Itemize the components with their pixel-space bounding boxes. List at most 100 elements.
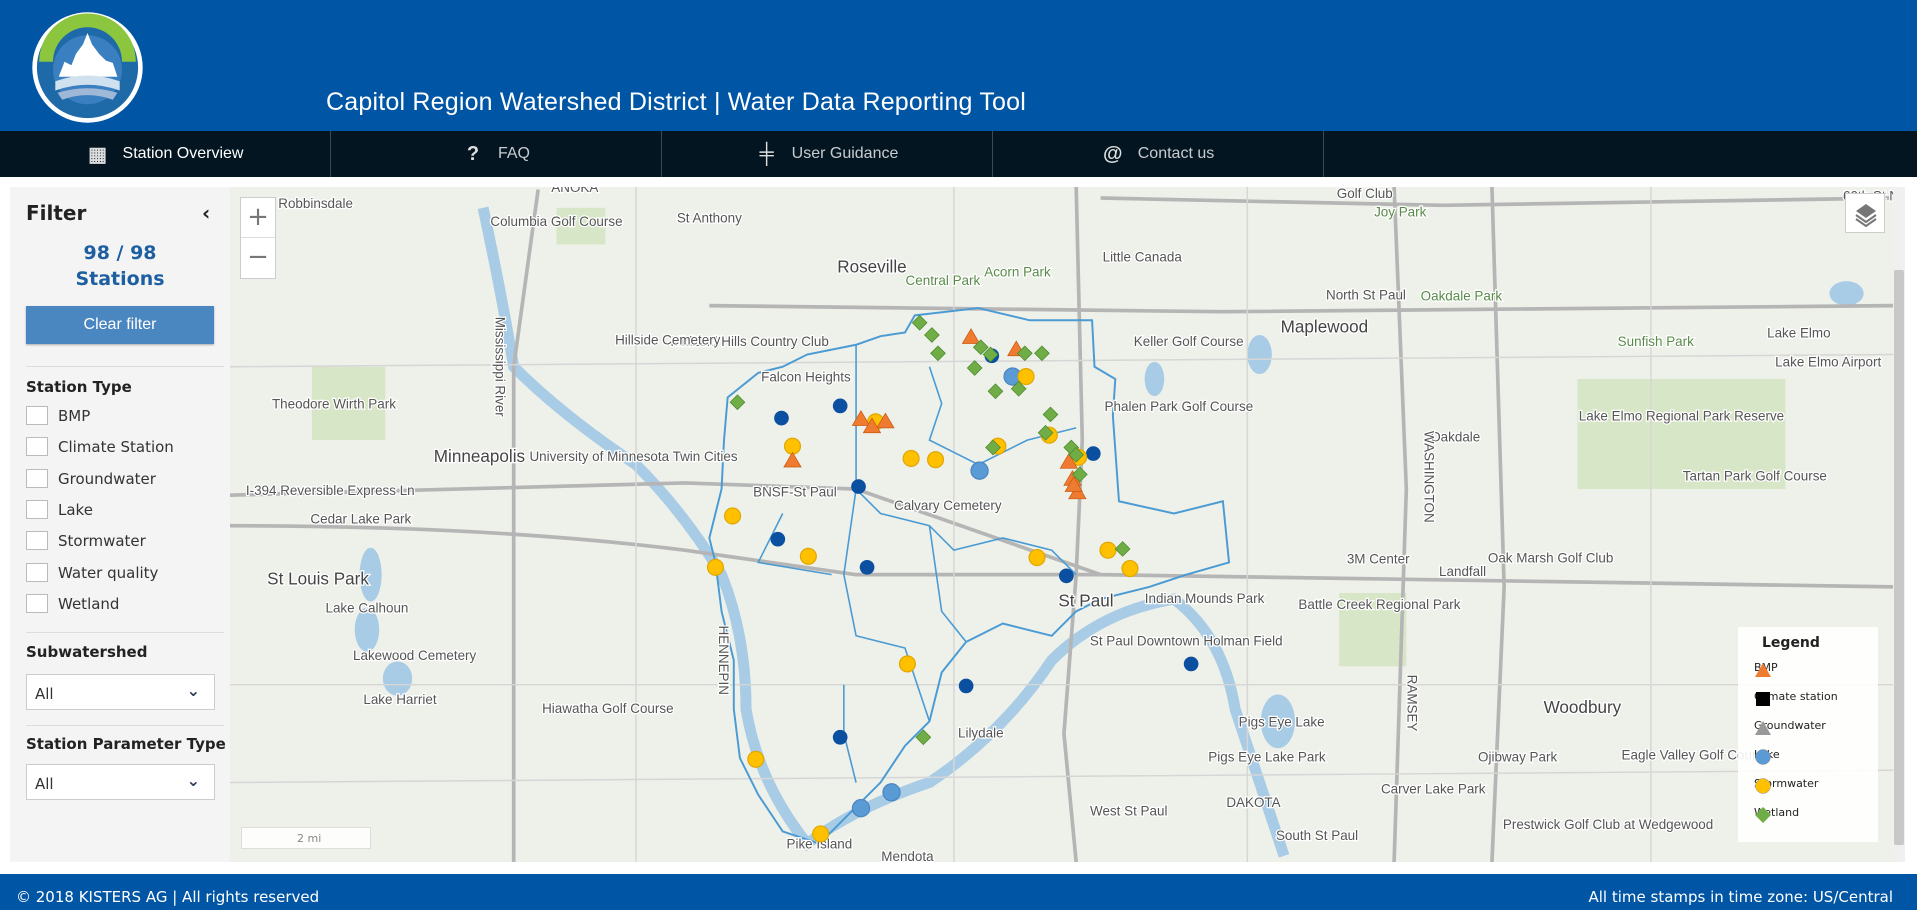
place-label: Falcon Heights <box>761 369 851 384</box>
stormwater-marker[interactable] <box>1099 541 1117 559</box>
water-quality-marker[interactable] <box>774 410 789 426</box>
checkbox-water-quality[interactable]: Water quality <box>26 563 158 582</box>
water-quality-marker[interactable] <box>832 398 848 414</box>
stormwater-marker[interactable] <box>799 547 817 565</box>
divider <box>26 366 224 367</box>
collapse-chevron-icon[interactable]: ‹ <box>202 201 210 225</box>
copyright-text: © 2018 KISTERS AG | All rights reserved <box>16 888 320 906</box>
stormwater-marker[interactable] <box>747 750 765 768</box>
place-label: Minneapolis <box>434 447 525 466</box>
stormwater-marker[interactable] <box>926 451 945 469</box>
stormwater-marker[interactable] <box>706 558 725 576</box>
checkbox[interactable] <box>26 406 48 425</box>
chevron-down-icon: ⌄ <box>186 681 200 700</box>
stormwater-marker[interactable] <box>898 655 916 673</box>
triangle-icon <box>1755 721 1771 735</box>
water-quality-marker[interactable] <box>859 559 875 575</box>
timezone-text: All time stamps in time zone: US/Central <box>1588 888 1893 906</box>
zoom-control: + − <box>240 197 276 279</box>
place-label: St Anthony <box>677 210 742 225</box>
place-label: Indian Mounds Park <box>1145 591 1265 606</box>
triangle-icon <box>1755 663 1771 677</box>
checkbox-wetland[interactable]: Wetland <box>26 594 119 613</box>
place-label: St Paul Downtown Holman Field <box>1090 634 1283 649</box>
layers-button[interactable] <box>1845 193 1885 233</box>
place-label: Cedar Lake Park <box>310 511 411 526</box>
stormwater-marker[interactable] <box>902 449 920 468</box>
nav-label: Contact us <box>1137 145 1215 162</box>
water-quality-marker[interactable] <box>1183 656 1199 672</box>
place-label: Central Park <box>906 273 981 288</box>
legend-item-bmp: BMP <box>1754 661 1778 677</box>
stormwater-marker[interactable] <box>724 507 742 525</box>
checkbox[interactable] <box>26 437 48 456</box>
nav-user-guidance[interactable]: ╪ User Guidance <box>662 131 993 177</box>
checkbox[interactable] <box>26 531 48 550</box>
place-label: Lake Calhoun <box>325 601 408 616</box>
checkbox[interactable] <box>26 594 48 613</box>
place-label: RAMSEY <box>1405 675 1420 732</box>
water-quality-marker[interactable] <box>1059 568 1074 584</box>
nav-label: User Guidance <box>791 145 899 162</box>
zoom-in-button[interactable]: + <box>241 198 275 238</box>
lake-marker[interactable] <box>851 799 871 818</box>
subwatershed-heading: Subwatershed <box>26 643 148 661</box>
checkbox-bmp[interactable]: BMP <box>26 406 90 425</box>
clear-filter-button[interactable]: Clear filter <box>26 306 214 344</box>
stormwater-marker[interactable] <box>1017 367 1035 386</box>
layers-icon <box>1855 204 1877 228</box>
place-label: St Paul <box>1058 591 1113 610</box>
lake-marker[interactable] <box>882 783 901 802</box>
place-label: Pigs Eye Lake Park <box>1208 750 1326 765</box>
checkbox-groundwater[interactable]: Groundwater <box>26 469 156 488</box>
station-count: 98 / 98 Stations <box>10 240 230 292</box>
nav-contact-us[interactable]: @ Contact us <box>993 131 1324 177</box>
checkbox[interactable] <box>26 500 48 519</box>
water-quality-marker[interactable] <box>851 479 866 494</box>
map[interactable]: Robbinsdale ANOKA Columbia Golf Course St A… <box>230 187 1893 862</box>
scrollbar-thumb[interactable] <box>1894 270 1904 845</box>
place-label: Oakdale <box>1430 429 1480 444</box>
place-label: HENNEPIN <box>716 626 731 695</box>
place-label: Maplewood <box>1281 318 1369 337</box>
filter-title: Filter <box>26 201 87 225</box>
checkbox-stormwater[interactable]: Stormwater <box>26 531 146 550</box>
nav-faq[interactable]: ? FAQ <box>331 131 662 177</box>
circle-icon <box>1755 778 1771 794</box>
nav-station-overview[interactable]: ▦ Station Overview <box>0 131 331 177</box>
checkbox-label: Stormwater <box>58 531 146 550</box>
place-label: Joy Park <box>1374 204 1427 219</box>
parameter-type-select[interactable]: All ⌄ <box>26 764 215 800</box>
place-label: Robbinsdale <box>278 196 353 211</box>
district-logo[interactable] <box>30 10 145 125</box>
place-label: West St Paul <box>1090 804 1167 819</box>
place-label: Battle Creek Regional Park <box>1298 597 1460 612</box>
map-canvas[interactable]: Robbinsdale ANOKA Columbia Golf Course St A… <box>230 187 1893 862</box>
subwatershed-select[interactable]: All ⌄ <box>26 674 215 710</box>
parameter-type-heading: Station Parameter Type <box>26 735 226 753</box>
checkbox[interactable] <box>26 469 48 488</box>
grid-icon: ▦ <box>88 143 107 166</box>
square-icon <box>1756 692 1770 706</box>
place-label: Columbia Golf Course <box>490 214 622 229</box>
circle-icon <box>1755 749 1771 765</box>
stormwater-marker[interactable] <box>1121 559 1139 578</box>
place-label: Hillside Cemetery <box>615 333 721 348</box>
water-quality-marker[interactable] <box>958 678 974 694</box>
scale-bar: 2 mi <box>241 827 371 849</box>
footer: © 2018 KISTERS AG | All rights reserved … <box>0 874 1917 910</box>
water-quality-marker[interactable] <box>832 729 848 745</box>
place-label: Sunfish Park <box>1618 334 1694 349</box>
legend-item-wetland: Wetland <box>1754 806 1799 823</box>
lake-marker[interactable] <box>970 461 989 480</box>
stormwater-marker[interactable] <box>812 825 830 843</box>
place-label: WASHINGTON <box>1422 431 1437 523</box>
checkbox-lake[interactable]: Lake <box>26 500 93 519</box>
checkbox-climate-station[interactable]: Climate Station <box>26 437 174 456</box>
stormwater-marker[interactable] <box>1028 548 1046 567</box>
zoom-out-button[interactable]: − <box>241 238 275 278</box>
checkbox[interactable] <box>26 563 48 582</box>
nav-label: FAQ <box>497 145 530 162</box>
water-quality-marker[interactable] <box>1085 446 1101 461</box>
water-quality-marker[interactable] <box>770 531 786 547</box>
